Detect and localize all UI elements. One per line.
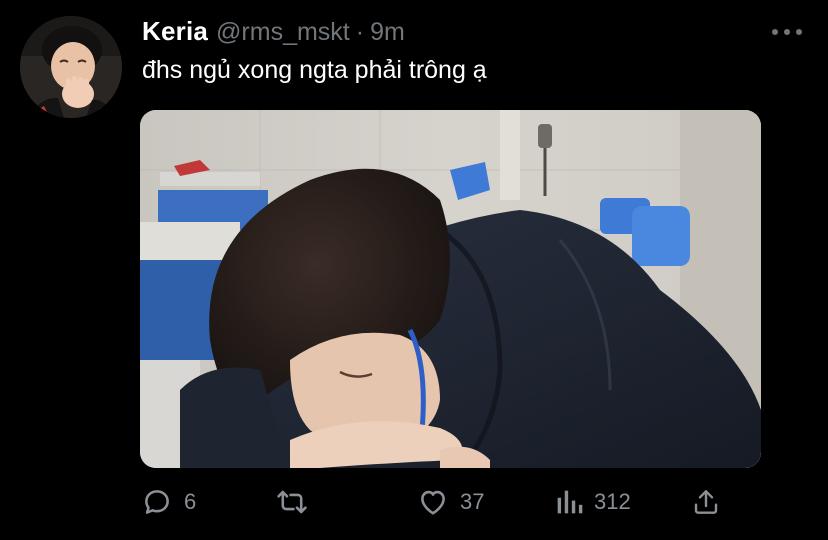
tweet-timestamp[interactable]: 9m: [370, 18, 405, 47]
more-dot: [784, 29, 790, 35]
share-button[interactable]: [690, 482, 722, 522]
photo-image: [140, 110, 761, 468]
header-separator: ·: [355, 18, 365, 46]
views-button[interactable]: 312: [554, 482, 631, 522]
avatar[interactable]: [20, 16, 122, 118]
tweet-header: Keria @rms_mskt · 9m: [142, 16, 405, 50]
tweet-media-photo[interactable]: [140, 110, 761, 468]
author-display-name[interactable]: Keria: [142, 16, 208, 47]
more-dot: [772, 29, 778, 35]
like-count: 37: [460, 489, 485, 514]
more-options-icon[interactable]: [772, 22, 802, 42]
author-handle[interactable]: @rms_mskt: [216, 18, 350, 47]
avatar-image: [20, 16, 122, 118]
views-icon: [554, 485, 584, 519]
views-count: 312: [594, 489, 631, 514]
reply-count: 6: [184, 489, 197, 514]
like-button[interactable]: 37: [416, 482, 484, 522]
tweet-text: đhs ngủ xong ngta phải trông ạ: [142, 56, 487, 84]
like-icon: [416, 485, 450, 519]
tweet-actions: 6 37 312: [140, 482, 740, 522]
retweet-button[interactable]: [274, 482, 310, 522]
more-dot: [796, 29, 802, 35]
share-icon: [690, 485, 722, 519]
reply-icon: [140, 485, 174, 519]
retweet-icon: [274, 485, 310, 519]
reply-button[interactable]: 6: [140, 482, 196, 522]
